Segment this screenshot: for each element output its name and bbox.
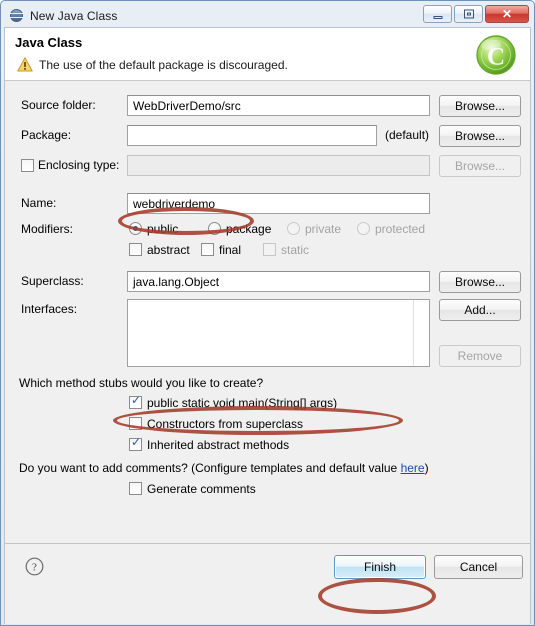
window-controls: ✕ [423,5,529,23]
modifiers-checkbox-row: abstract final static [5,240,530,262]
minimize-icon [433,15,442,19]
interfaces-add-button[interactable]: Add... [439,299,521,321]
method-stub-label-inherited: Inherited abstract methods [147,438,290,452]
finish-button[interactable]: Finish [334,555,426,579]
modifier-label-static: static [281,243,310,257]
interfaces-list-scrollbar[interactable] [413,300,429,366]
method-stub-label-constructors: Constructors from superclass [147,417,304,431]
modifier-radio-protected [357,222,370,235]
interfaces-row: Interfaces: Add... Remove [5,299,530,369]
method-stub-label-main: public static void main(String[] args) [147,396,338,410]
modifiers-label: Modifiers: [21,222,74,236]
dialog-footer: ? Finish Cancel [5,547,530,586]
close-button[interactable]: ✕ [485,5,529,23]
superclass-input[interactable]: java.lang.Object [127,271,430,292]
source-folder-browse-button[interactable]: Browse... [439,95,521,117]
method-stub-checkbox-constructors[interactable] [129,417,142,430]
cancel-button[interactable]: Cancel [434,555,523,579]
modifier-label-abstract: abstract [147,243,190,257]
name-row: Name: webdriverdemo [5,193,530,215]
method-stub-inherited-row: ✓ Inherited abstract methods [5,435,530,457]
svg-text:?: ? [32,562,37,574]
modifier-label-public: public [147,222,179,236]
modifier-checkbox-final[interactable] [201,243,214,256]
maximize-icon [463,9,474,19]
java-class-green-c-icon: C [474,33,518,77]
banner-message: The use of the default package is discou… [39,57,288,72]
maximize-button[interactable] [454,5,483,23]
minimize-button[interactable] [423,5,452,23]
titlebar: New Java Class ✕ [4,4,531,27]
package-row: Package: (default) Browse... [5,125,530,147]
package-browse-button[interactable]: Browse... [439,125,521,147]
generate-comments-checkbox[interactable] [129,482,142,495]
superclass-label: Superclass: [21,274,84,288]
modifier-checkbox-static [263,243,276,256]
modifier-label-protected: protected [375,222,426,236]
method-stub-constructors-row: Constructors from superclass [5,414,530,436]
package-label: Package: [21,128,72,142]
superclass-browse-button[interactable]: Browse... [439,271,521,293]
method-stub-checkbox-inherited[interactable]: ✓ [129,436,142,451]
method-stub-checkbox-main[interactable]: ✓ [129,394,142,409]
wizard-form: Source folder: WebDriverDemo/src Browse.… [5,81,530,586]
source-folder-input[interactable]: WebDriverDemo/src [127,95,430,116]
interfaces-label: Interfaces: [21,302,78,316]
modifier-label-package: package [226,222,272,236]
warning-triangle-icon [17,57,33,72]
modifier-label-private: private [305,222,342,236]
class-name-input[interactable]: webdriverdemo [127,193,430,214]
window-title: New Java Class [30,8,118,23]
page-title: Java Class [15,35,83,50]
modifier-radio-public[interactable] [129,222,142,235]
interfaces-remove-button: Remove [439,345,521,367]
comments-question-row: Do you want to add comments? (Configure … [5,458,530,480]
source-folder-label: Source folder: [21,98,96,112]
method-stub-main-row: ✓ public static void main(String[] args) [5,393,530,415]
comments-question: Do you want to add comments? (Configure … [19,461,429,475]
generate-comments-label: Generate comments [147,482,256,496]
new-java-class-dialog: New Java Class ✕ Java Class The use of t… [0,0,535,626]
name-label: Name: [21,196,57,210]
modifiers-row: Modifiers: public package private protec… [5,219,530,241]
generate-comments-row: Generate comments [5,479,530,501]
wizard-banner: Java Class The use of the default packag… [5,28,530,81]
modifier-radio-private [287,222,300,235]
enclosing-type-input [127,155,430,176]
package-default-suffix: (default) [385,128,430,142]
interfaces-list[interactable] [127,299,430,367]
modifier-label-final: final [219,243,242,257]
configure-templates-link[interactable]: here [401,461,425,475]
enclosing-type-checkbox[interactable] [21,159,34,172]
help-question-mark-icon[interactable]: ? [25,557,44,576]
method-stubs-question: Which method stubs would you like to cre… [19,376,264,390]
superclass-row: Superclass: java.lang.Object Browse... [5,271,530,293]
enclosing-type-row: Enclosing type: Browse... [5,155,530,177]
modifier-radio-package[interactable] [208,222,221,235]
close-icon: ✕ [501,7,513,21]
comments-question-suffix: ) [424,461,429,475]
modifier-checkbox-abstract[interactable] [129,243,142,256]
enclosing-type-browse-button: Browse... [439,155,521,177]
method-stubs-question-row: Which method stubs would you like to cre… [5,373,530,395]
java-class-wizard-icon [9,8,25,24]
package-input[interactable] [127,125,377,146]
comments-question-prefix: Do you want to add comments? (Configure … [19,461,401,475]
screenshot-root: New Java Class ✕ Java Class The use of t… [0,0,535,626]
footer-separator [5,543,530,544]
enclosing-type-label: Enclosing type: [38,158,120,172]
dialog-client-area: Java Class The use of the default packag… [4,27,531,624]
source-folder-row: Source folder: WebDriverDemo/src Browse.… [5,95,530,117]
banner-message-row: The use of the default package is discou… [17,57,288,72]
